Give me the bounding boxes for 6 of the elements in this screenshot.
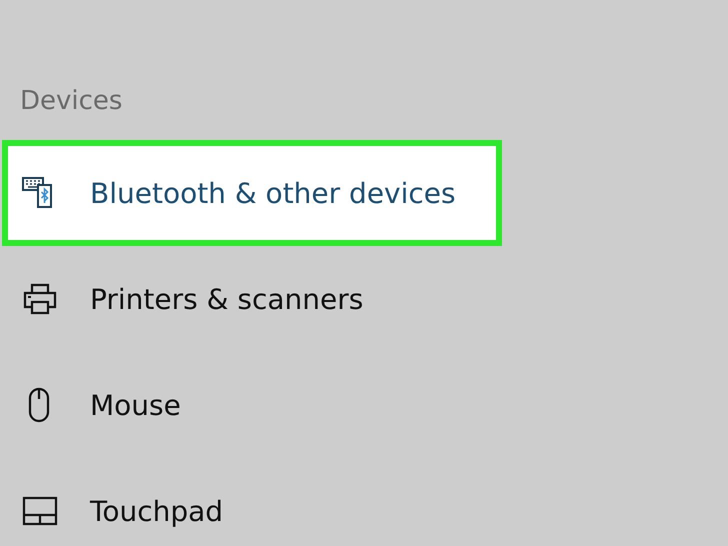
printer-icon: [22, 281, 58, 317]
nav-item[interactable]: Printers & scanners: [2, 246, 502, 352]
section-heading: Devices: [19, 85, 124, 116]
nav-item[interactable]: Bluetooth & other devices: [2, 140, 502, 246]
nav-item[interactable]: Mouse: [2, 352, 502, 458]
nav-item[interactable]: Touchpad: [2, 458, 502, 546]
